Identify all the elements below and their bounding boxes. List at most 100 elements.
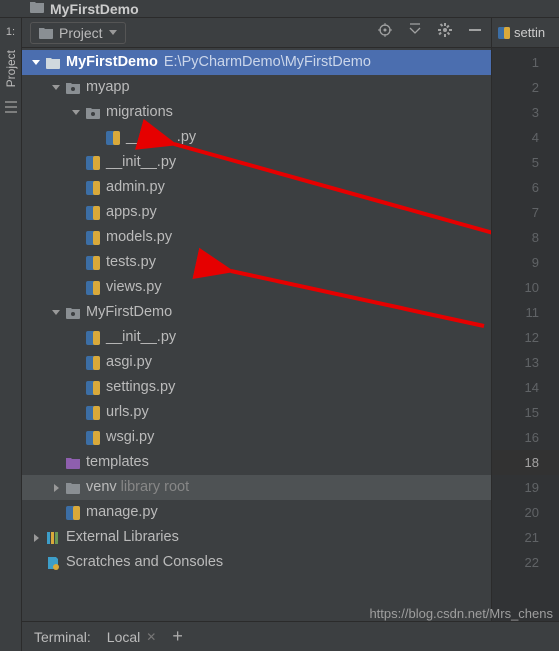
line-number[interactable]: 10 — [492, 275, 559, 300]
tree-folder-myapp[interactable]: myapp — [22, 75, 491, 100]
tree-external-libraries[interactable]: External Libraries — [22, 525, 491, 550]
watermark: https://blog.csdn.net/Mrs_chens — [369, 606, 553, 621]
terminal-tab[interactable]: Local ✕ — [107, 629, 157, 645]
line-number[interactable]: 8 — [492, 225, 559, 250]
tree-file-urls[interactable]: urls.py — [22, 400, 491, 425]
line-number[interactable]: 22 — [492, 550, 559, 575]
python-file-icon — [84, 331, 102, 345]
panel-title: Project — [59, 25, 103, 41]
package-icon — [64, 307, 82, 319]
add-terminal-button[interactable]: + — [172, 626, 183, 647]
tree-item-label: urls.py — [106, 400, 149, 425]
window-title: MyFirstDemo — [50, 1, 139, 17]
gear-icon[interactable] — [437, 22, 453, 43]
tree-folder-migrations[interactable]: migrations — [22, 100, 491, 125]
line-number[interactable]: 19 — [492, 475, 559, 500]
tree-file-models[interactable]: models.py — [22, 225, 491, 250]
line-number[interactable]: 5 — [492, 150, 559, 175]
tree-item-label: myapp — [86, 75, 130, 100]
view-selector[interactable]: Project — [30, 22, 126, 44]
tree-item-label: settings.py — [106, 375, 175, 400]
tree-file-tests[interactable]: tests.py — [22, 250, 491, 275]
tree-item-label: manage.py — [86, 500, 158, 525]
python-file-icon — [84, 156, 102, 170]
close-icon[interactable]: ✕ — [146, 630, 156, 644]
python-file-icon — [84, 406, 102, 420]
tree-file-views[interactable]: views.py — [22, 275, 491, 300]
tree-root[interactable]: MyFirstDemo E:\PyCharmDemo\MyFirstDemo — [22, 50, 491, 75]
line-number[interactable]: 3 — [492, 100, 559, 125]
line-number[interactable]: 7 — [492, 200, 559, 225]
panel-header: Project — [22, 18, 491, 48]
chevron-right-icon — [54, 484, 59, 492]
terminal-tab-label: Local — [107, 629, 140, 645]
library-folder-icon — [64, 482, 82, 494]
tree-item-label: venv — [86, 475, 117, 500]
tree-item-label: templates — [86, 450, 149, 475]
collapse-icon[interactable] — [407, 22, 423, 43]
editor-gutter: settin 123456789101112131415161819202122 — [492, 18, 559, 651]
tree-file-settings[interactable]: settings.py — [22, 375, 491, 400]
package-icon — [64, 82, 82, 94]
tree-root-name: MyFirstDemo — [66, 50, 158, 75]
editor-tab-label: settin — [514, 25, 545, 40]
target-icon[interactable] — [377, 22, 393, 43]
templates-folder-icon — [64, 457, 82, 469]
tree-file-apps[interactable]: apps.py — [22, 200, 491, 225]
tree-scratches[interactable]: Scratches and Consoles — [22, 550, 491, 575]
tree-item-label: views.py — [106, 275, 162, 300]
python-file-icon — [84, 231, 102, 245]
project-tab-label[interactable]: Project — [4, 50, 18, 87]
tree-item-label: External Libraries — [66, 525, 179, 550]
line-number[interactable]: 9 — [492, 250, 559, 275]
tree-file-asgi[interactable]: asgi.py — [22, 350, 491, 375]
tree-file-mfd-init[interactable]: __init__.py — [22, 325, 491, 350]
chevron-right-icon — [34, 534, 39, 542]
line-number[interactable]: 13 — [492, 350, 559, 375]
line-number[interactable]: 12 — [492, 325, 559, 350]
line-number[interactable]: 15 — [492, 400, 559, 425]
tree-file-mig-init[interactable]: __init__.py — [22, 125, 491, 150]
chevron-down-icon — [52, 85, 60, 90]
tree-folder-venv[interactable]: venv library root — [22, 475, 491, 500]
tree-item-label: __init__.py — [106, 150, 176, 175]
python-file-icon — [84, 181, 102, 195]
tree-folder-myfirstdemo[interactable]: MyFirstDemo — [22, 300, 491, 325]
scratches-icon — [44, 556, 62, 570]
tree-item-suffix: library root — [121, 475, 190, 500]
line-number[interactable]: 18 — [492, 450, 559, 475]
line-number[interactable]: 11 — [492, 300, 559, 325]
line-number[interactable]: 1 — [492, 50, 559, 75]
terminal-bar: Terminal: Local ✕ + — [22, 621, 559, 651]
folder-icon — [39, 27, 53, 39]
tree-file-wsgi[interactable]: wsgi.py — [22, 425, 491, 450]
line-number[interactable]: 21 — [492, 525, 559, 550]
left-tool-rail: 1: Project — [0, 18, 22, 651]
python-file-icon — [498, 27, 510, 39]
tree-item-label: Scratches and Consoles — [66, 550, 223, 575]
line-number[interactable]: 2 — [492, 75, 559, 100]
tree-item-label: models.py — [106, 225, 172, 250]
project-tree[interactable]: MyFirstDemo E:\PyCharmDemo\MyFirstDemo m… — [22, 48, 491, 651]
line-number[interactable]: 6 — [492, 175, 559, 200]
tree-item-label: tests.py — [106, 250, 156, 275]
package-icon — [84, 107, 102, 119]
editor-tab[interactable]: settin — [492, 18, 559, 48]
structure-icon[interactable] — [3, 99, 19, 115]
tree-file-admin[interactable]: admin.py — [22, 175, 491, 200]
line-number[interactable]: 4 — [492, 125, 559, 150]
tree-file-manage[interactable]: manage.py — [22, 500, 491, 525]
tree-item-label: admin.py — [106, 175, 165, 200]
line-number[interactable]: 16 — [492, 425, 559, 450]
tree-file-init[interactable]: __init__.py — [22, 150, 491, 175]
minimize-icon[interactable] — [467, 22, 483, 43]
terminal-label: Terminal: — [34, 629, 91, 645]
tree-folder-templates[interactable]: templates — [22, 450, 491, 475]
line-number[interactable]: 14 — [492, 375, 559, 400]
python-file-icon — [104, 131, 122, 145]
tree-item-label: migrations — [106, 100, 173, 125]
tree-item-label: apps.py — [106, 200, 157, 225]
chevron-down-icon — [32, 60, 40, 65]
tree-item-label: __init__.py — [126, 125, 196, 150]
line-number[interactable]: 20 — [492, 500, 559, 525]
